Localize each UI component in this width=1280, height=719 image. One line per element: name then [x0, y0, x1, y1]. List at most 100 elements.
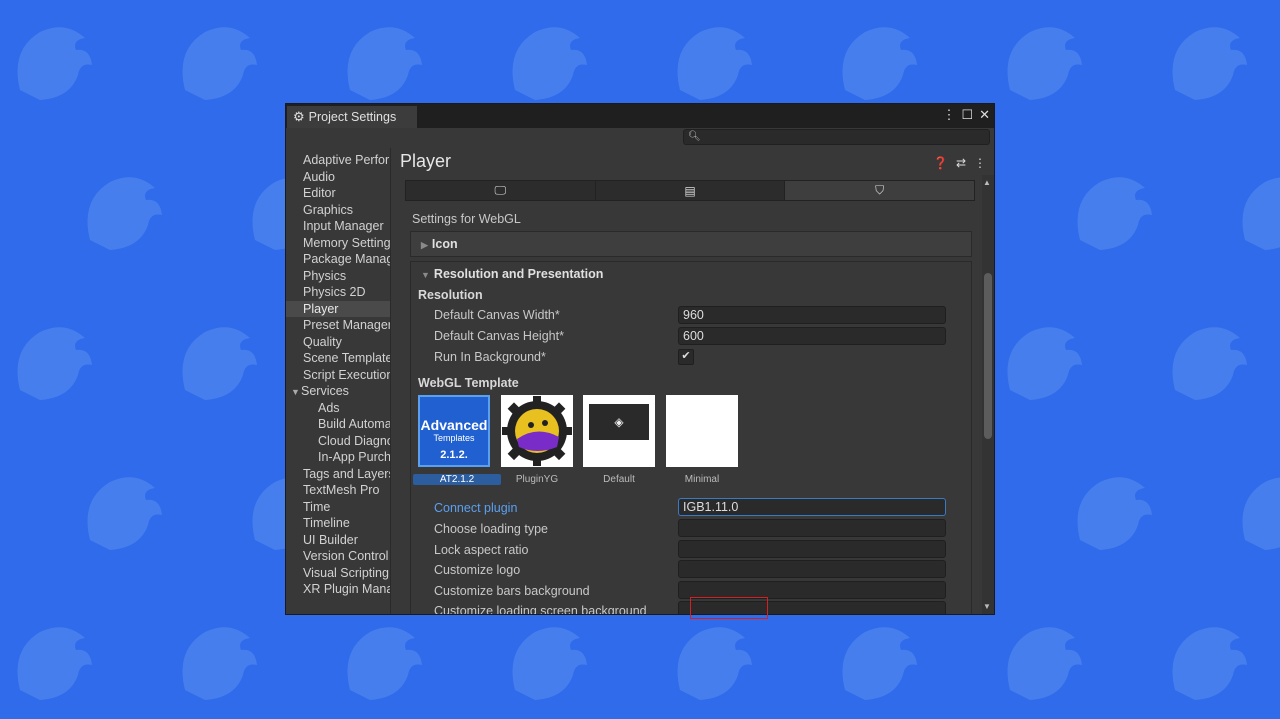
tab-webgl[interactable]: ⛉ [785, 181, 975, 200]
template-at212[interactable]: Advanced Templates 2.1.2. AT2.1.2 [413, 395, 501, 485]
presets-icon[interactable]: ⇄ [956, 156, 966, 170]
foldout-header[interactable]: ▼ Resolution and Presentation [411, 262, 971, 286]
scroll-down-icon[interactable]: ▼ [983, 602, 991, 611]
sidebar-item-memory-settings[interactable]: Memory Settings [286, 235, 390, 252]
sidebar-item-script-execution[interactable]: Script Execution Order [286, 367, 390, 384]
sidebar-item-version-control[interactable]: Version Control [286, 548, 390, 565]
customize-bars-label: Customize bars background [434, 584, 590, 598]
sidebar-item-audio[interactable]: Audio [286, 169, 390, 186]
expanded-triangle-icon: ▼ [421, 270, 430, 280]
search-input[interactable]: 🔍︎ [683, 129, 990, 145]
bg-pattern-shape [1242, 177, 1280, 250]
bg-pattern-shape [1242, 477, 1280, 550]
tab-project-settings[interactable]: ⚙ Project Settings [287, 106, 417, 128]
scrollbar[interactable]: ▲ ▼ [982, 175, 994, 614]
project-settings-window: ⚙ Project Settings ⋮ ☐ ✕ 🔍︎ Adaptive Per… [285, 103, 995, 619]
template-thumbnail [501, 395, 573, 467]
gear-logo-icon [502, 396, 572, 466]
sidebar-item-build-automation[interactable]: Build Automation [286, 416, 390, 433]
sidebar-item-preset-manager[interactable]: Preset Manager [286, 317, 390, 334]
template-caption: PluginYG [515, 474, 559, 485]
search-icon: 🔍︎ [688, 131, 701, 142]
bg-pattern-shape [1172, 27, 1247, 101]
sidebar-item-services[interactable]: ▼Services [286, 383, 390, 400]
bg-pattern-shape [677, 627, 752, 700]
window-controls: ⋮ ☐ ✕ [942, 107, 990, 123]
sidebar-item-input-manager[interactable]: Input Manager [286, 218, 390, 235]
title-bar: ⚙ Project Settings ⋮ ☐ ✕ [286, 104, 994, 128]
sidebar-item-package-manager[interactable]: Package Manager [286, 251, 390, 268]
bg-pattern-shape [87, 177, 162, 250]
sidebar-item-scene-template[interactable]: Scene Template [286, 350, 390, 367]
sidebar-item-time[interactable]: Time [286, 499, 390, 516]
bg-pattern-shape [17, 627, 92, 700]
canvas-height-field[interactable]: 600 [678, 327, 946, 345]
maximize-icon[interactable]: ☐ [961, 107, 973, 123]
canvas-width-field[interactable]: 960 [678, 306, 946, 324]
close-icon[interactable]: ✕ [979, 107, 990, 123]
bg-pattern-shape [17, 327, 92, 400]
connect-plugin-label: Connect plugin [434, 501, 518, 515]
sidebar-item-cloud-diagnostics[interactable]: Cloud Diagnostics [286, 433, 390, 450]
sidebar-item-textmesh-pro[interactable]: TextMesh Pro [286, 482, 390, 499]
gear-icon: ⚙ [293, 109, 305, 124]
connect-plugin-field[interactable]: IGB1.11.0 [678, 498, 946, 516]
sidebar-item-quality[interactable]: Quality [286, 334, 390, 351]
highlight-box [690, 597, 768, 619]
monitor-icon: 🖵 [494, 183, 507, 197]
scrollbar-thumb[interactable] [984, 273, 992, 439]
bg-pattern-shape [17, 27, 92, 101]
page-title: Player [400, 151, 452, 171]
help-icon[interactable]: ❓ [933, 156, 948, 170]
bg-pattern-shape [347, 627, 422, 700]
tab-title: Project Settings [308, 110, 397, 124]
foldout-label: Icon [431, 237, 458, 251]
tab-standalone[interactable]: 🖵 [406, 181, 596, 200]
sidebar-item-graphics[interactable]: Graphics [286, 202, 390, 219]
header-icons: ❓ ⇄ ⋮ [933, 156, 986, 170]
customize-logo-field[interactable] [678, 560, 946, 578]
foldout-header[interactable]: ▶ Icon [411, 232, 971, 256]
template-pluginyg[interactable]: PluginYG [501, 395, 573, 485]
canvas-height-label: Default Canvas Height* [434, 329, 564, 343]
webgl-template-header: WebGL Template [418, 376, 519, 390]
sidebar-item-physics-2d[interactable]: Physics 2D [286, 284, 390, 301]
icon-foldout[interactable]: ▶ Icon [410, 231, 972, 257]
player-settings-panel: Player ❓ ⇄ ⋮ 🖵 ▤ ⛉ Settings for WebGL ▶ I… [391, 148, 994, 614]
lock-aspect-label: Lock aspect ratio [434, 543, 529, 557]
sidebar-item-physics[interactable]: Physics [286, 268, 390, 285]
bg-pattern-shape [1007, 27, 1082, 101]
sidebar-item-adaptive-performance[interactable]: Adaptive Performance [286, 152, 390, 169]
server-icon: ▤ [684, 183, 696, 198]
tab-server[interactable]: ▤ [596, 181, 786, 200]
bg-pattern-shape [1077, 477, 1152, 550]
sidebar: Adaptive Performance Audio Editor Graphi… [286, 152, 390, 614]
sidebar-item-timeline[interactable]: Timeline [286, 515, 390, 532]
sidebar-item-visual-scripting[interactable]: Visual Scripting [286, 565, 390, 582]
sidebar-item-in-app-purchasing[interactable]: In-App Purchasing [286, 449, 390, 466]
search-row: 🔍︎ [286, 128, 994, 148]
bg-pattern-shape [512, 627, 587, 700]
choose-loading-field[interactable] [678, 519, 946, 537]
sidebar-item-ui-builder[interactable]: UI Builder [286, 532, 390, 549]
more-menu-icon[interactable]: ⋮ [974, 156, 986, 170]
bg-pattern-shape [182, 327, 257, 400]
foldout-label: Resolution and Presentation [433, 267, 604, 281]
run-in-background-checkbox[interactable]: ✔ [678, 349, 694, 365]
thumb-subtitle: Templates [433, 433, 475, 443]
customize-loading-label: Customize loading screen background [434, 604, 647, 614]
scroll-up-icon[interactable]: ▲ [983, 178, 991, 187]
template-default[interactable]: ◈ Default [583, 395, 655, 485]
lock-aspect-field[interactable] [678, 540, 946, 558]
bg-pattern-shape [1172, 327, 1247, 400]
sidebar-item-ads[interactable]: Ads [286, 400, 390, 417]
sidebar-item-editor[interactable]: Editor [286, 185, 390, 202]
more-menu-icon[interactable]: ⋮ [942, 107, 955, 123]
bg-pattern-shape [842, 27, 917, 101]
expanded-caret-icon: ▼ [291, 387, 300, 397]
sidebar-item-xr-plugin-management[interactable]: XR Plugin Management [286, 581, 390, 598]
sidebar-item-tags-and-layers[interactable]: Tags and Layers [286, 466, 390, 483]
sidebar-item-player[interactable]: Player [286, 300, 390, 317]
bg-pattern-shape [182, 27, 257, 101]
template-minimal[interactable]: Minimal [666, 395, 738, 485]
